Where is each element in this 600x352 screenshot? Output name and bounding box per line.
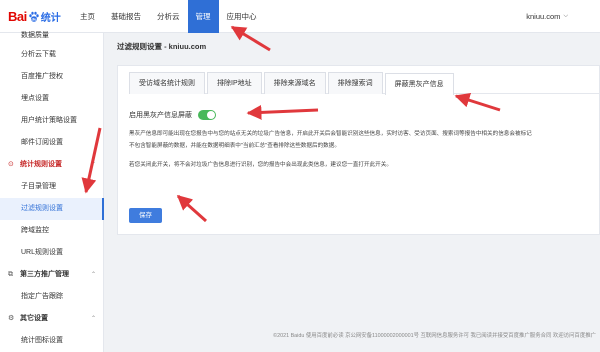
- copy-icon: ⧉: [8, 271, 13, 278]
- sidebar-group-other-settings[interactable]: ⚙ 其它设置 ⌃: [0, 308, 104, 330]
- sidebar-group-stat-rules[interactable]: ⊙ 统计规则设置 ⌃: [0, 154, 104, 176]
- logo-text-tongji: 统计: [40, 13, 61, 24]
- sidebar-item-label: 数据质量: [21, 32, 49, 39]
- chevron-down-icon: ⌵: [563, 13, 568, 19]
- description-line-3: 若您关闭此开关，将不会对垃圾广告信息进行识别，您的报告中会出现此类信息，建议您一…: [129, 162, 392, 168]
- chevron-up-icon: ⌃: [90, 162, 96, 168]
- nav-app-center[interactable]: 应用中心: [219, 0, 265, 33]
- chevron-up-icon: ⌃: [90, 316, 96, 322]
- toggle-knob: [207, 111, 215, 119]
- sidebar-group-label: 统计规则设置: [20, 161, 62, 168]
- tab-exclude-search-terms[interactable]: 排除搜索词: [327, 72, 383, 94]
- tab-exclude-ip[interactable]: 排除IP地址: [207, 72, 262, 94]
- sidebar-item-promotion-auth[interactable]: 百度推广授权: [0, 66, 104, 88]
- description-line-2: 不包含智能屏蔽的数据，并能在数据明细表中"当前汇总"查看排除这些数据后的数据。: [129, 143, 340, 149]
- page-title: 过滤规则设置 - kniuu.com: [117, 42, 207, 51]
- sidebar-group-label: 其它设置: [20, 315, 48, 322]
- target-icon: ⊙: [8, 161, 14, 168]
- sidebar-item-label: 埋点设置: [21, 95, 49, 102]
- sidebar-item-label: 用户统计策略设置: [21, 117, 77, 124]
- sidebar-item-filter-rules[interactable]: 过滤规则设置: [0, 198, 104, 220]
- sidebar-item-cross-domain[interactable]: 跨域监控: [0, 220, 104, 242]
- sidebar-item-subdirectory[interactable]: 子目录管理: [0, 176, 104, 198]
- spam-block-toggle[interactable]: [198, 110, 216, 120]
- svg-text:du: du: [31, 17, 37, 21]
- sidebar-group-label: 第三方推广管理: [20, 271, 69, 278]
- sidebar-item-user-policy[interactable]: 用户统计策略设置: [0, 110, 104, 132]
- sidebar-item-ad-tracking[interactable]: 指定广告跟踪: [0, 286, 104, 308]
- sidebar-item-stat-icon[interactable]: 统计图标设置: [0, 330, 104, 352]
- sidebar-item-label: 统计图标设置: [21, 337, 63, 344]
- footer-copyright: ©2021 Baidu 使用百度前必读 京公网安备11000002000001号…: [273, 333, 596, 339]
- nav-basic-reports[interactable]: 基础报告: [103, 0, 149, 33]
- save-button[interactable]: 保存: [129, 208, 162, 223]
- main-content: 过滤规则设置 - kniuu.com 受访域名统计规则 排除IP地址 排除来源域…: [104, 33, 600, 352]
- sidebar-item-tracking-setup[interactable]: 埋点设置: [0, 88, 104, 110]
- baidu-paw-icon: du: [29, 11, 39, 22]
- logo-text-bai: Bai: [8, 9, 27, 24]
- sidebar: 数据质量 分析云下载 百度推广授权 埋点设置 用户统计策略设置 邮件订阅设置 ⊙…: [0, 32, 104, 352]
- toggle-label: 启用黑灰产信息屏蔽: [129, 112, 192, 119]
- gear-icon: ⚙: [8, 315, 15, 322]
- tab-exclude-source-domain[interactable]: 排除来源域名: [263, 72, 326, 94]
- sidebar-item-label: 过滤规则设置: [21, 205, 63, 212]
- sidebar-item-label: 百度推广授权: [21, 73, 63, 80]
- settings-card: 受访域名统计规则 排除IP地址 排除来源域名 排除搜索词 屏蔽黑灰产信息 启用黑…: [117, 65, 600, 235]
- sidebar-item-url-rules[interactable]: URL规则设置: [0, 242, 104, 264]
- nav-analysis-cloud[interactable]: 分析云: [149, 0, 188, 33]
- description-line-1: 黑灰产信息即可能出现在您报告中与您的站点无关的垃圾广告信息，开启此开关后会智能识…: [129, 131, 532, 137]
- spam-block-setting: 启用黑灰产信息屏蔽: [129, 110, 216, 120]
- sidebar-item-label: 子目录管理: [21, 183, 56, 190]
- user-site-name: kniuu.com: [526, 12, 561, 21]
- sidebar-group-third-party[interactable]: ⧉ 第三方推广管理 ⌃: [0, 264, 104, 286]
- tab-visited-domain-rules[interactable]: 受访域名统计规则: [129, 72, 205, 94]
- sidebar-item-email-subscription[interactable]: 邮件订阅设置: [0, 132, 104, 154]
- chevron-up-icon: ⌃: [90, 272, 96, 278]
- tab-block-spam-info[interactable]: 屏蔽黑灰产信息: [384, 73, 454, 95]
- sidebar-item-label: 邮件订阅设置: [21, 139, 63, 146]
- sidebar-item-label: URL规则设置: [21, 249, 64, 256]
- sidebar-item-label: 指定广告跟踪: [21, 293, 63, 300]
- sidebar-item-cloud-download[interactable]: 分析云下载: [0, 44, 104, 66]
- user-site-selector[interactable]: kniuu.com ⌵: [526, 0, 568, 33]
- sidebar-item-label: 跨域监控: [21, 227, 49, 234]
- baidu-tongji-logo[interactable]: Bai du 统计: [8, 8, 61, 25]
- sidebar-item-label: 分析云下载: [21, 51, 56, 58]
- nav-management[interactable]: 管理: [187, 0, 219, 33]
- tab-bar: 受访域名统计规则 排除IP地址 排除来源域名 排除搜索词 屏蔽黑灰产信息: [129, 72, 600, 95]
